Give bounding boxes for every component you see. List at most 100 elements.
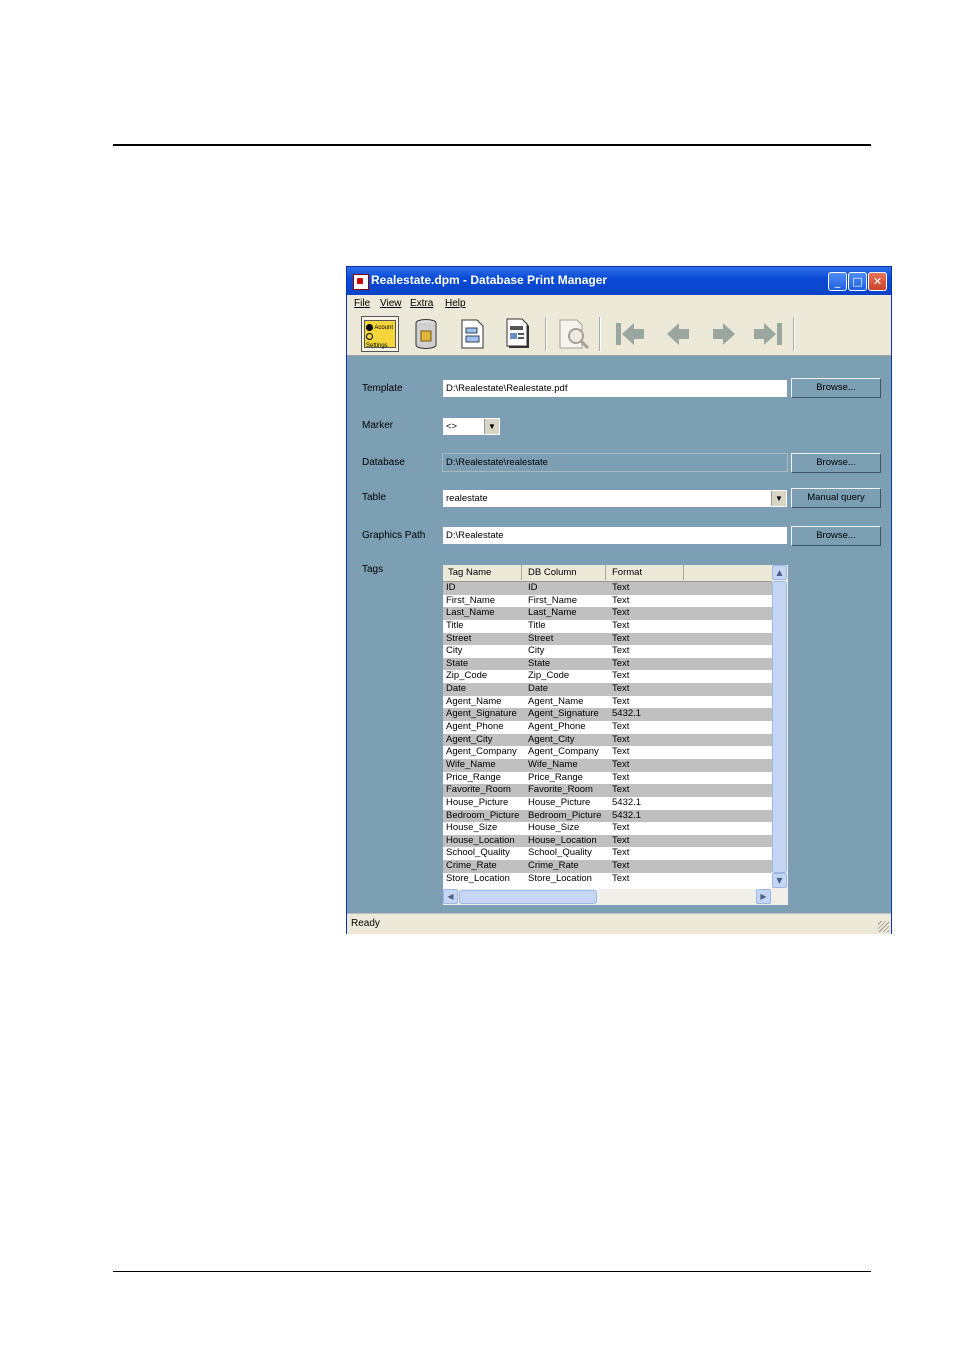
minimize-button[interactable]: _ bbox=[828, 272, 847, 291]
settings-tool-button[interactable]: Acount Settings bbox=[361, 316, 399, 352]
table-row[interactable]: House_Location House_Location Text bbox=[443, 834, 772, 848]
format-cell: 5432.1 bbox=[612, 708, 642, 720]
marker-select[interactable]: <> ▼ bbox=[442, 417, 501, 436]
settings-line2: Settings bbox=[366, 343, 388, 350]
chevron-down-icon[interactable]: ▼ bbox=[484, 419, 499, 434]
template-browse-button[interactable]: Browse... bbox=[791, 378, 881, 398]
format-cell: Text bbox=[612, 645, 630, 657]
menu-file[interactable]: File bbox=[354, 298, 370, 309]
graphics-path-label: Graphics Path bbox=[362, 530, 426, 541]
menu-bar: File View Extra Help bbox=[347, 295, 891, 313]
table-row[interactable]: City City Text bbox=[443, 645, 772, 658]
window-title: Realestate.dpm - Database Print Manager bbox=[371, 273, 608, 287]
settings-icon: Acount Settings bbox=[364, 320, 396, 350]
table-row[interactable]: Bedroom_Picture Bedroom_Picture 5432.1 bbox=[443, 809, 772, 823]
manual-query-button[interactable]: Manual query bbox=[791, 488, 881, 508]
last-record-button[interactable] bbox=[749, 316, 787, 352]
table-row[interactable]: First_Name First_Name Text bbox=[443, 595, 772, 608]
table-row[interactable]: Agent_City Agent_City Text bbox=[443, 733, 772, 747]
table-row[interactable]: Price_Range Price_Range Text bbox=[443, 772, 772, 785]
main-form: Template D:\Realestate\Realestate.pdf Br… bbox=[347, 356, 891, 913]
tag-name-cell: House_Size bbox=[446, 822, 498, 834]
first-record-button[interactable] bbox=[611, 316, 649, 352]
page-top-rule bbox=[113, 144, 871, 146]
table-row[interactable]: Wife_Name Wife_Name Text bbox=[443, 758, 772, 772]
tag-name-cell: State bbox=[446, 657, 469, 669]
table-row[interactable]: School_Quality School_Quality Text bbox=[443, 847, 772, 860]
scroll-right-icon[interactable]: ▶ bbox=[756, 889, 771, 904]
tags-list[interactable]: Tag Name DB Column Format ID ID Text First_… bbox=[442, 564, 789, 906]
format-cell: Text bbox=[612, 582, 630, 593]
template-path-field[interactable]: D:\Realestate\Realestate.pdf bbox=[442, 379, 788, 398]
table-select[interactable]: realestate ▼ bbox=[442, 489, 788, 508]
app-icon[interactable] bbox=[353, 274, 369, 290]
next-record-button[interactable] bbox=[705, 316, 743, 352]
horizontal-scrollbar[interactable]: ◀ ▶ bbox=[443, 889, 788, 905]
tag-name-cell: Last_Name bbox=[446, 607, 495, 619]
format-cell: 5432.1 bbox=[612, 809, 642, 821]
format-cell: Text bbox=[612, 683, 630, 695]
table-row[interactable]: Crime_Rate Crime_Rate Text bbox=[443, 860, 772, 873]
database-browse-button[interactable]: Browse... bbox=[791, 453, 881, 473]
table-row[interactable]: House_Picture House_Picture 5432.1 bbox=[443, 797, 772, 810]
status-bar: Ready bbox=[347, 913, 891, 934]
database-path-field: D:\Realestate\realestate bbox=[442, 453, 788, 472]
table-row[interactable]: Date Date Text bbox=[443, 683, 772, 696]
db-column-cell: Price_Range bbox=[528, 771, 583, 783]
horizontal-scroll-thumb[interactable] bbox=[459, 890, 597, 904]
print-form-icon bbox=[506, 318, 529, 348]
chevron-down-icon[interactable]: ▼ bbox=[771, 491, 786, 506]
page-bottom-rule bbox=[113, 1271, 871, 1272]
previous-record-button[interactable] bbox=[659, 316, 697, 352]
table-row[interactable]: Store_Location Store_Location Text bbox=[443, 873, 772, 886]
scroll-up-icon[interactable]: ▲ bbox=[772, 565, 787, 580]
next-record-icon bbox=[713, 323, 735, 345]
column-header-format[interactable]: Format bbox=[612, 567, 642, 578]
maximize-button[interactable]: □ bbox=[848, 272, 867, 291]
tag-name-cell: Zip_Code bbox=[446, 670, 488, 682]
table-row[interactable]: Zip_Code Zip_Code Text bbox=[443, 670, 772, 683]
title-bar[interactable]: Realestate.dpm - Database Print Manager … bbox=[347, 267, 891, 295]
toolbar-separator bbox=[599, 317, 601, 351]
previous-record-icon bbox=[667, 323, 689, 345]
db-column-cell: Crime_Rate bbox=[528, 860, 579, 872]
graphics-browse-button[interactable]: Browse... bbox=[791, 526, 881, 546]
database-icon bbox=[415, 319, 437, 349]
format-cell: Text bbox=[612, 771, 630, 783]
graphics-path-field[interactable]: D:\Realestate bbox=[442, 526, 788, 545]
table-row[interactable]: State State Text bbox=[443, 657, 772, 671]
menu-help[interactable]: Help bbox=[445, 298, 466, 309]
format-cell: Text bbox=[612, 872, 630, 884]
resize-grip[interactable] bbox=[878, 921, 889, 932]
print-preview-tool-button[interactable] bbox=[555, 316, 593, 352]
scroll-down-icon[interactable]: ▼ bbox=[772, 873, 787, 888]
tag-name-cell: Agent_Name bbox=[446, 695, 502, 707]
table-row[interactable]: Agent_Phone Agent_Phone Text bbox=[443, 721, 772, 734]
marker-label: Marker bbox=[362, 420, 394, 431]
table-row[interactable]: Title Title Text bbox=[443, 620, 772, 633]
menu-view[interactable]: View bbox=[380, 298, 402, 309]
tag-name-cell: House_Location bbox=[446, 834, 515, 846]
scroll-left-icon[interactable]: ◀ bbox=[443, 889, 458, 904]
table-row[interactable]: Favorite_Room Favorite_Room Text bbox=[443, 784, 772, 797]
menu-extra[interactable]: Extra bbox=[410, 298, 433, 309]
table-row[interactable]: Last_Name Last_Name Text bbox=[443, 607, 772, 620]
database-tool-button[interactable] bbox=[407, 316, 445, 352]
table-row[interactable]: Agent_Company Agent_Company Text bbox=[443, 746, 772, 759]
toolbar-separator bbox=[545, 317, 547, 351]
db-column-cell: Agent_Name bbox=[528, 695, 584, 707]
table-row[interactable]: House_Size House_Size Text bbox=[443, 822, 772, 835]
column-header-db-column[interactable]: DB Column bbox=[528, 567, 577, 578]
close-button[interactable]: ✕ bbox=[868, 272, 887, 291]
vertical-scrollbar[interactable]: ▲ ▼ bbox=[772, 565, 788, 889]
table-row[interactable]: Street Street Text bbox=[443, 632, 772, 646]
table-row[interactable]: Agent_Signature Agent_Signature 5432.1 bbox=[443, 708, 772, 722]
vertical-scroll-thumb[interactable] bbox=[772, 581, 787, 873]
table-row[interactable]: ID ID Text bbox=[443, 582, 772, 595]
tag-name-cell: Bedroom_Picture bbox=[446, 809, 520, 821]
template-tool-button[interactable] bbox=[453, 316, 491, 352]
print-form-tool-button[interactable] bbox=[499, 316, 537, 352]
db-column-cell: House_Size bbox=[528, 822, 580, 834]
table-row[interactable]: Agent_Name Agent_Name Text bbox=[443, 696, 772, 709]
column-header-tag-name[interactable]: Tag Name bbox=[448, 567, 491, 578]
